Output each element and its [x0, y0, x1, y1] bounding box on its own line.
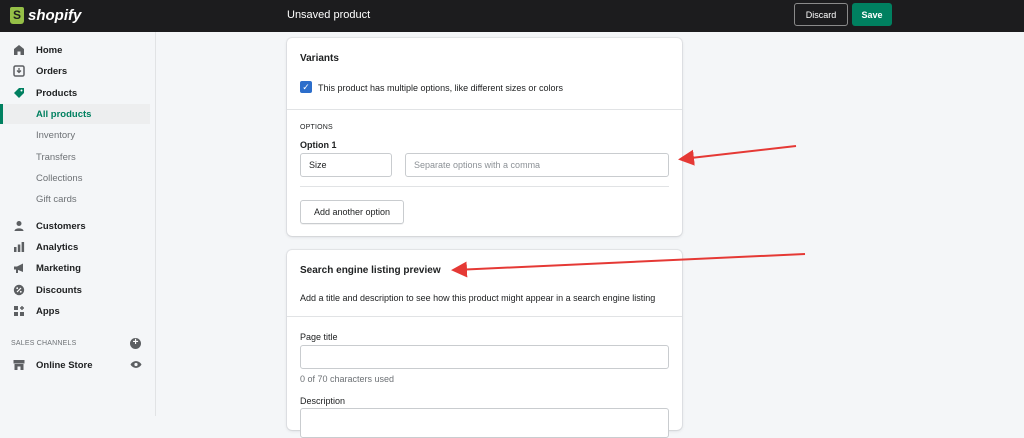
seo-card: Search engine listing preview Add a titl…	[287, 250, 682, 438]
sidebar-item-apps[interactable]: Apps	[0, 301, 150, 321]
checkbox-label: This product has multiple options, like …	[318, 83, 563, 93]
sidebar-item-label: Orders	[36, 65, 68, 77]
sidebar-item-gift-cards[interactable]: Gift cards	[0, 189, 150, 209]
section-divider	[287, 109, 682, 110]
save-button[interactable]: Save	[852, 3, 892, 26]
sidebar-item-marketing[interactable]: Marketing	[0, 258, 150, 278]
sales-channels-heading: SALES CHANNELS	[11, 340, 77, 347]
sidebar-item-label: Analytics	[36, 241, 79, 253]
shopify-logo[interactable]: shopify	[10, 7, 81, 24]
sidebar-item-inventory[interactable]: Inventory	[0, 125, 150, 145]
sidebar-item-orders[interactable]: Orders	[0, 61, 150, 81]
sidebar-item-label: Marketing	[36, 262, 81, 274]
options-divider	[300, 186, 669, 187]
sidebar-item-label: Discounts	[36, 284, 82, 296]
variants-card: Variants ✓ This product has multiple opt…	[287, 38, 682, 236]
character-count: 0 of 70 characters used	[300, 374, 395, 384]
active-indicator	[0, 104, 3, 124]
sidebar-item-online-store[interactable]: Online Store	[0, 355, 150, 375]
sidebar-item-label: All products	[36, 108, 92, 120]
page-status-title: Unsaved product	[287, 9, 371, 21]
option-1-label: Option 1	[300, 140, 337, 150]
sidebar-item-transfers[interactable]: Transfers	[0, 147, 150, 167]
sidebar-item-label: Apps	[36, 305, 60, 317]
seo-heading: Search engine listing preview	[300, 265, 441, 276]
multiple-options-checkbox[interactable]: ✓	[300, 81, 312, 93]
section-divider	[287, 316, 682, 317]
home-icon	[12, 43, 26, 57]
megaphone-icon	[12, 261, 26, 275]
top-bar: shopify Unsaved product Discard Save	[0, 0, 1024, 32]
apps-icon	[12, 304, 26, 318]
add-another-option-button[interactable]: Add another option	[300, 200, 404, 224]
sidebar-item-label: Products	[36, 87, 78, 99]
option-name-input[interactable]	[300, 153, 392, 177]
description-textarea[interactable]	[300, 408, 669, 438]
description-label: Description	[300, 396, 346, 406]
page-title-input[interactable]	[300, 345, 669, 369]
annotation-arrow-options	[678, 145, 797, 166]
person-icon	[12, 219, 26, 233]
sidebar-item-label: Home	[36, 44, 63, 56]
sidebar-item-label: Inventory	[36, 129, 76, 141]
sidebar-item-label: Online Store	[36, 359, 93, 371]
store-icon	[12, 358, 26, 372]
bar-chart-icon	[12, 240, 26, 254]
orders-icon	[12, 64, 26, 78]
page-title-label: Page title	[300, 332, 338, 342]
sidebar-item-label: Customers	[36, 220, 86, 232]
sidebar-item-collections[interactable]: Collections	[0, 168, 150, 188]
tag-icon	[12, 86, 26, 100]
discard-button[interactable]: Discard	[794, 3, 848, 26]
sidebar-item-label: Gift cards	[36, 193, 77, 205]
sidebar-item-products[interactable]: Products	[0, 83, 150, 103]
discount-icon	[12, 283, 26, 297]
sidebar-item-all-products[interactable]: All products	[0, 104, 150, 124]
sidebar-item-label: Collections	[36, 172, 83, 184]
option-values-input[interactable]	[405, 153, 669, 177]
add-sales-channel-icon[interactable]: +	[130, 338, 141, 349]
variants-heading: Variants	[300, 53, 339, 64]
brand-name: shopify	[28, 7, 82, 24]
sidebar-item-label: Transfers	[36, 151, 76, 163]
sidebar-item-analytics[interactable]: Analytics	[0, 237, 150, 257]
seo-description-text: Add a title and description to see how t…	[300, 293, 656, 303]
sidebar-item-home[interactable]: Home	[0, 40, 150, 60]
eye-icon[interactable]	[130, 360, 142, 369]
shopify-bag-icon	[10, 7, 24, 24]
options-subheading: OPTIONS	[300, 124, 333, 131]
sidebar-item-discounts[interactable]: Discounts	[0, 280, 150, 300]
sidebar-item-customers[interactable]: Customers	[0, 216, 150, 236]
